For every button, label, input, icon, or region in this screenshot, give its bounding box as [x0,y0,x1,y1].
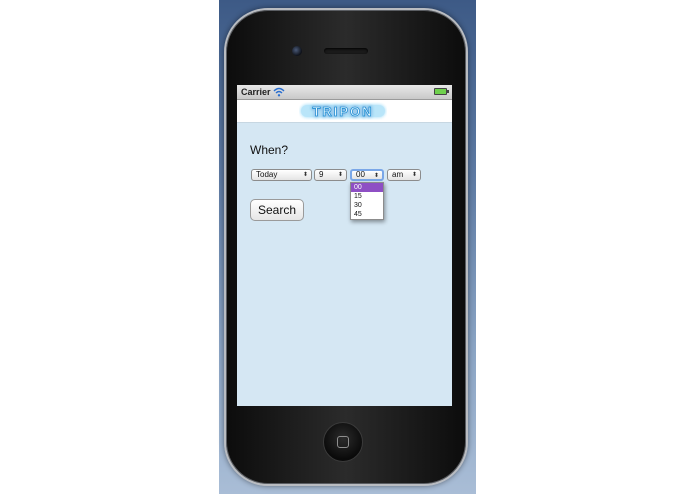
ampm-select[interactable]: am ⬍ [387,169,421,181]
carrier-label: Carrier [241,87,271,97]
minute-option[interactable]: 00 [351,183,383,192]
minute-dropdown-list: 00 15 30 45 [350,182,384,220]
day-select[interactable]: Today ⬍ [251,169,312,181]
updown-arrows-icon: ⬍ [337,172,343,178]
minute-option[interactable]: 45 [351,210,383,219]
app-header: TRIPON [237,100,452,123]
front-camera [292,46,302,56]
when-label: When? [250,143,289,157]
svg-text:TRIPON: TRIPON [312,104,373,119]
home-button[interactable] [323,422,363,462]
hour-select[interactable]: 9 ⬍ [314,169,347,181]
minute-option[interactable]: 15 [351,192,383,201]
updown-arrows-icon: ⬍ [373,173,379,179]
status-bar: Carrier [237,85,452,100]
home-square-icon [337,436,349,448]
ampm-select-value: am [392,170,404,179]
search-button[interactable]: Search [250,199,304,221]
minute-select-value: 00 [356,170,365,179]
updown-arrows-icon: ⬍ [411,172,417,178]
day-select-value: Today [256,170,278,179]
wifi-icon [273,87,285,97]
updown-arrows-icon: ⬍ [302,172,308,178]
tripon-logo: TRIPON [301,104,385,119]
hour-select-value: 9 [319,170,324,179]
minute-option[interactable]: 30 [351,201,383,210]
battery-icon [434,88,449,95]
earpiece-speaker [324,48,368,54]
phone-screen: Carrier TRIPON When? Today ⬍ 9 ⬍ 00 ⬍ am… [237,85,452,406]
minute-select[interactable]: 00 ⬍ [350,169,384,181]
